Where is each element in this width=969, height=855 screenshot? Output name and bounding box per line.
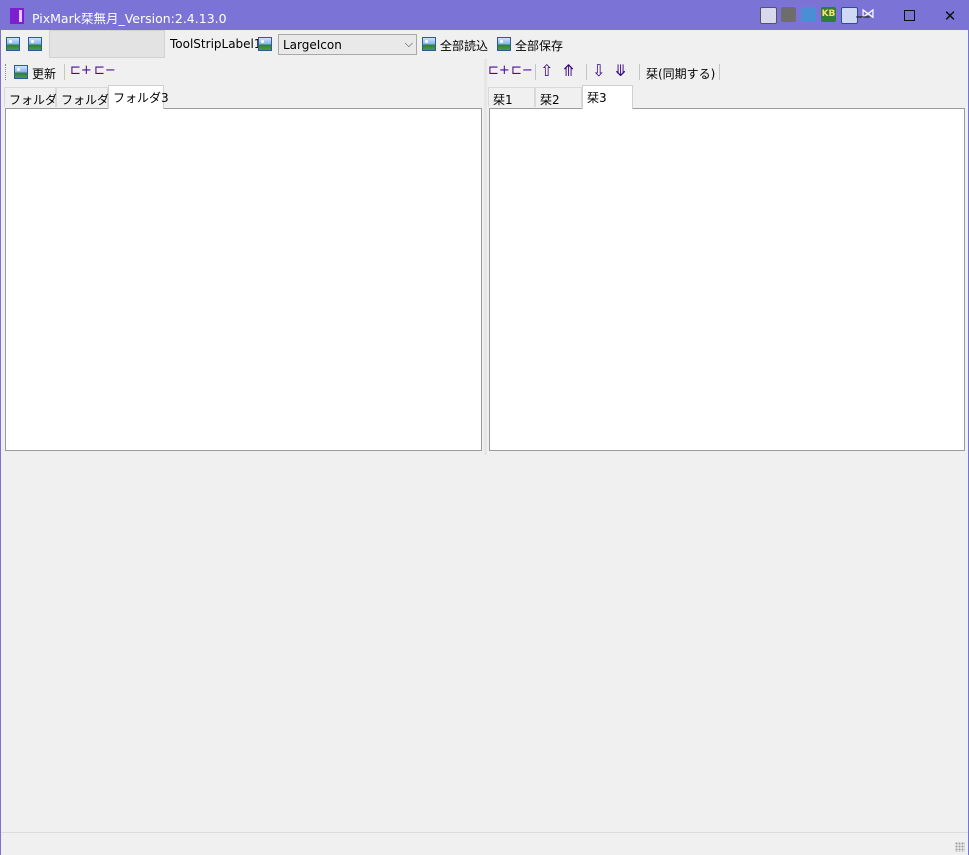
kb-icon[interactable]: KB <box>821 7 836 22</box>
status-bar <box>1 832 968 855</box>
app-window: PixMark栞無月_Version:2.4.13.0 KB ⋈ — ✕ Too… <box>0 0 969 855</box>
move-bottom-icon[interactable]: ⤋ <box>614 63 627 79</box>
view-mode-select[interactable]: LargeIcon ⌵ <box>278 34 417 55</box>
tab-bookmark-3[interactable]: 栞3 <box>582 85 633 109</box>
sync-bookmark-button[interactable]: 栞(同期する) <box>646 65 715 82</box>
image-button-2[interactable] <box>28 37 42 51</box>
image-button-3[interactable] <box>258 37 272 51</box>
minimize-icon: — <box>855 7 871 25</box>
toolstrip-textbox[interactable] <box>49 30 165 58</box>
remove-folder-icon[interactable]: ⊏− <box>94 64 116 78</box>
minimize-button[interactable]: — <box>840 1 886 30</box>
tray-app-icon-2[interactable] <box>781 7 796 22</box>
chevron-down-icon: ⌵ <box>404 37 413 50</box>
title-bar: PixMark栞無月_Version:2.4.13.0 KB ⋈ — ✕ <box>1 1 968 30</box>
close-button[interactable]: ✕ <box>927 1 969 30</box>
tab-folder-1[interactable]: フォルダ1 <box>4 87 65 107</box>
refresh-button[interactable]: 更新 <box>32 65 56 82</box>
toolstrip-label: ToolStripLabel1 <box>170 37 262 51</box>
tab-bookmark-1[interactable]: 栞1 <box>488 87 535 107</box>
toolbar-separator <box>586 64 587 80</box>
tray-app-icon-1[interactable] <box>760 7 777 24</box>
image-button-1[interactable] <box>6 37 20 51</box>
load-all-icon[interactable] <box>422 37 436 51</box>
toolbar-separator <box>639 64 640 80</box>
save-all-button[interactable]: 全部保存 <box>515 37 563 54</box>
splitter[interactable] <box>484 59 487 455</box>
move-up-icon[interactable]: ⇧ <box>540 63 553 79</box>
folder-list-panel[interactable] <box>5 108 482 451</box>
tab-bookmark-2[interactable]: 栞2 <box>535 87 582 107</box>
right-tab-strip: 栞1 栞2 栞3 <box>488 85 966 109</box>
close-icon: ✕ <box>943 7 957 25</box>
window-title: PixMark栞無月_Version:2.4.13.0 <box>32 11 227 26</box>
maximize-button[interactable] <box>886 1 932 30</box>
refresh-icon[interactable] <box>14 65 28 79</box>
toolbar-separator <box>535 64 536 80</box>
toolbar-grip[interactable] <box>5 64 7 80</box>
left-tab-strip: フォルダ1 フォルダ2 フォルダ3 <box>4 85 482 109</box>
bookmark-list-panel[interactable] <box>489 108 965 451</box>
toolbar-separator <box>64 64 65 80</box>
app-logo-icon <box>10 8 24 24</box>
add-folder-icon[interactable]: ⊏+ <box>70 64 92 78</box>
remove-bookmark-icon[interactable]: ⊏− <box>511 64 533 78</box>
move-top-icon[interactable]: ⤊ <box>562 63 575 79</box>
toolbar-separator <box>719 64 720 80</box>
tab-folder-3[interactable]: フォルダ3 <box>108 85 169 109</box>
view-mode-value: LargeIcon <box>283 38 342 52</box>
move-down-icon[interactable]: ⇩ <box>592 63 605 79</box>
tray-app-icon-3[interactable] <box>801 7 816 22</box>
load-all-button[interactable]: 全部読込 <box>440 37 488 54</box>
save-all-icon[interactable] <box>497 37 511 51</box>
maximize-icon <box>904 10 915 21</box>
add-bookmark-icon[interactable]: ⊏+ <box>488 64 510 78</box>
resize-grip-icon[interactable] <box>955 842 965 852</box>
tab-folder-2[interactable]: フォルダ2 <box>56 87 117 107</box>
